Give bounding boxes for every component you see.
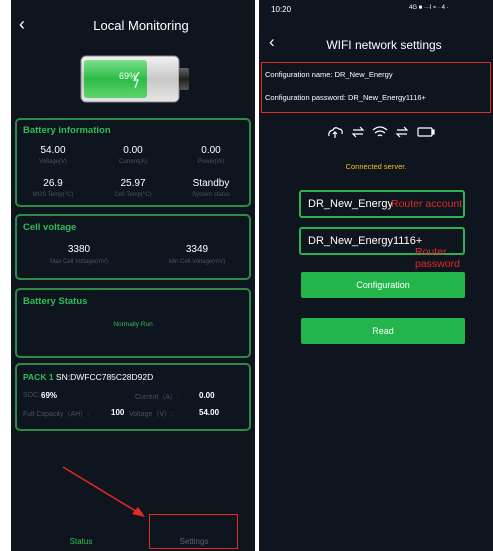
current-label: Current(A) xyxy=(118,159,147,165)
system-status-label: System status xyxy=(192,192,230,198)
current-label: Current（A）: xyxy=(135,394,179,401)
section-heading: Cell voltage xyxy=(23,222,77,233)
nav-status[interactable]: Status xyxy=(51,537,111,546)
pack-header: PACK 1 SN:DWFCC785C28D92D xyxy=(23,372,153,382)
soc-label: SOC: xyxy=(23,392,41,399)
config-password-value: DR_New_Energy1116+ xyxy=(347,93,426,102)
exchange-icon xyxy=(395,126,409,138)
page-title: Local Monitoring xyxy=(93,18,189,33)
power-value: 0.00 xyxy=(201,145,221,156)
battery-percent: 69% xyxy=(119,71,138,81)
exchange-icon xyxy=(351,126,365,138)
voltage-label: Voltage(V) xyxy=(38,159,68,165)
config-name-value: DR_New_Energy xyxy=(334,70,393,79)
voltage-label: Voltage（V）: xyxy=(129,411,173,418)
page-title: WIFI network settings xyxy=(326,38,442,52)
cell-temp-value: 25.97 xyxy=(120,178,146,189)
annotation-arrow xyxy=(62,466,145,517)
status-icons: 4G ■ ···l ≈ · 4 · xyxy=(409,5,449,11)
config-name: Configuration name: DR_New_Energy xyxy=(265,70,393,79)
voltage-value: 54.00 xyxy=(40,145,66,156)
max-cell-voltage-label: Max Cell Voltage(mV) xyxy=(49,259,109,265)
back-icon[interactable]: ‹ xyxy=(269,32,275,52)
nav-settings[interactable]: Settings xyxy=(159,537,229,546)
cloud-upload-icon xyxy=(328,127,343,138)
min-cell-voltage-value: 3349 xyxy=(185,244,209,255)
max-cell-voltage-value: 3380 xyxy=(67,244,91,255)
router-password-annotation: Router password xyxy=(415,246,460,270)
battery-icon: 69% xyxy=(79,54,191,104)
mos-temp-label: MOS Temp(°C) xyxy=(32,192,74,198)
status-time: 10:20 xyxy=(271,5,292,14)
config-password: Configuration password: DR_New_Energy111… xyxy=(265,93,426,102)
router-account-annotation: Router account xyxy=(391,198,463,210)
soc-value: 69% xyxy=(41,391,58,400)
pack-serial: SN:DWFCC785C28D92D xyxy=(55,372,154,382)
wifi-settings-screen: 10:20 4G ■ ···l ≈ · 4 · ‹ WIFI network s… xyxy=(259,0,493,551)
battery-level-fill xyxy=(84,60,147,98)
battery-status-value: Normally Run xyxy=(113,321,153,328)
connected-text: Connected server. xyxy=(345,162,407,171)
pack-current-value: 0.00 xyxy=(199,391,215,400)
local-monitoring-screen: ‹ Local Monitoring 69% Battery informati… xyxy=(11,0,255,551)
wifi-icon xyxy=(372,126,388,137)
full-capacity-label: Full Capacity（AH）: xyxy=(23,411,90,418)
cell-voltage-card: Cell voltage 3380 3349 Max Cell Voltage(… xyxy=(15,214,251,280)
current-value: 0.00 xyxy=(123,145,143,156)
battery-information-card: Battery information 54.00 0.00 0.00 Volt… xyxy=(15,118,251,207)
cell-temp-label: Cell Temp(°C) xyxy=(114,192,152,198)
system-status-value: Standby xyxy=(192,178,230,189)
battery-status-card: Battery Status Normally Run xyxy=(15,288,251,358)
pack-card: PACK 1 SN:DWFCC785C28D92D SOC: 69% Curre… xyxy=(15,363,251,431)
configuration-button[interactable]: Configuration xyxy=(301,272,465,298)
pack-voltage-value: 54.00 xyxy=(199,408,220,417)
full-capacity-value: 100 xyxy=(111,408,125,417)
config-password-label: Configuration password: xyxy=(265,93,346,102)
battery-icon xyxy=(417,127,435,137)
read-button[interactable]: Read xyxy=(301,318,465,344)
connection-status-icons xyxy=(328,126,435,138)
section-heading: Battery Status xyxy=(23,296,88,307)
section-heading: Battery information xyxy=(23,125,111,136)
back-icon[interactable]: ‹ xyxy=(19,14,25,35)
pack-name: PACK 1 xyxy=(23,372,54,382)
power-label: Power(W) xyxy=(197,159,225,165)
min-cell-voltage-label: Min Cell Voltage(mV) xyxy=(168,259,226,265)
mos-temp-value: 26.9 xyxy=(43,178,63,189)
config-name-label: Configuration name: xyxy=(265,70,333,79)
